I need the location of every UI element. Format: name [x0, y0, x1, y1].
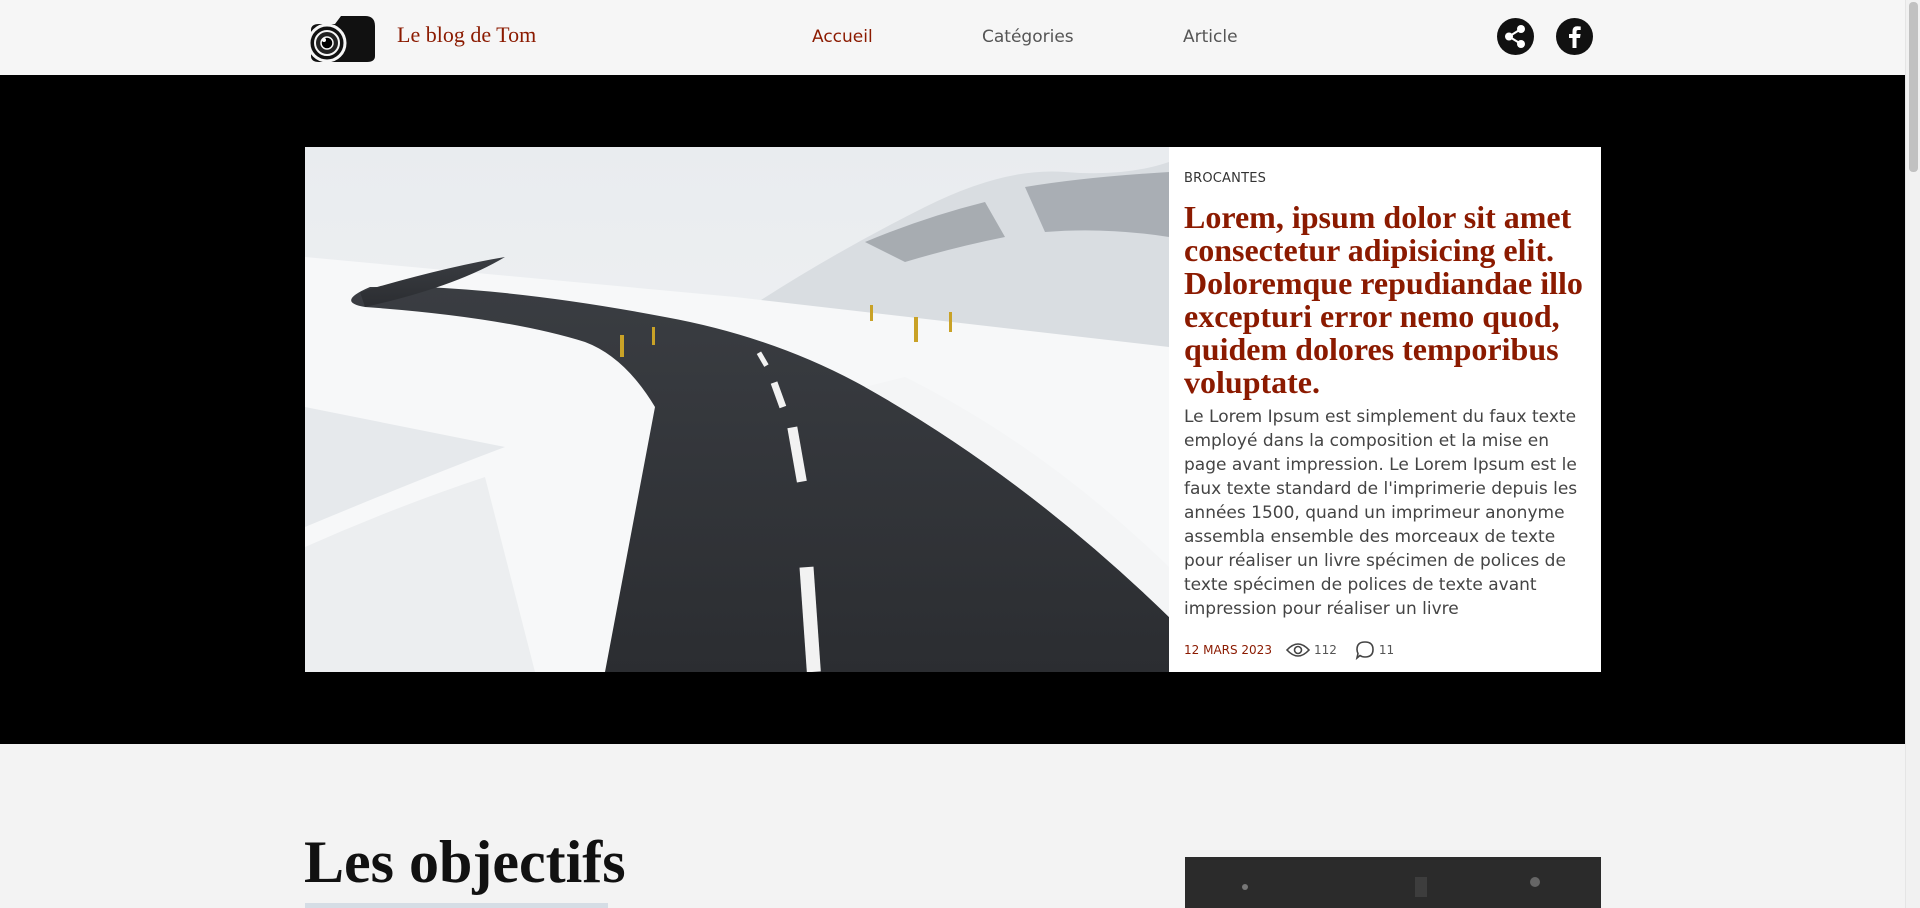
article-category[interactable]: BROCANTES	[1184, 171, 1266, 186]
comment-icon	[1355, 641, 1374, 660]
facebook-button[interactable]	[1556, 18, 1593, 55]
article-excerpt: Le Lorem Ipsum est simplement du faux te…	[1184, 407, 1578, 619]
nav-item-categories[interactable]: Catégories	[982, 27, 1074, 47]
article-views-count: 112	[1313, 643, 1337, 657]
share-button[interactable]	[1497, 18, 1534, 55]
objective-image-left[interactable]	[305, 903, 608, 908]
snowy-road-photo	[305, 147, 1169, 672]
article-meta: 12 MARS 2023 112 11	[1184, 638, 1412, 662]
camera-logo-icon[interactable]	[305, 12, 377, 64]
site-header: Le blog de Tom Accueil Catégories Articl…	[0, 0, 1905, 75]
page-scrollbar[interactable]	[1905, 0, 1920, 908]
article-title[interactable]: Lorem, ipsum dolor sit amet consectetur …	[1184, 201, 1594, 399]
article-comments-count: 11	[1378, 643, 1395, 657]
featured-hero: BROCANTES Lorem, ipsum dolor sit amet co…	[0, 75, 1905, 744]
nav-item-article[interactable]: Article	[1183, 27, 1238, 47]
dark-photo	[1185, 857, 1601, 908]
article-date: 12 MARS 2023	[1184, 643, 1272, 657]
scrollbar-thumb[interactable]	[1909, 2, 1918, 172]
section-title-objectifs: Les objectifs	[304, 829, 626, 895]
nav-item-accueil[interactable]: Accueil	[812, 27, 873, 47]
featured-article-card: BROCANTES Lorem, ipsum dolor sit amet co…	[1169, 147, 1601, 672]
featured-article-image[interactable]	[305, 147, 1169, 672]
site-brand[interactable]: Le blog de Tom	[397, 22, 536, 48]
facebook-icon	[1569, 26, 1581, 48]
objective-image-right[interactable]	[1185, 857, 1601, 908]
share-icon	[1505, 25, 1525, 48]
eye-icon	[1285, 643, 1310, 657]
